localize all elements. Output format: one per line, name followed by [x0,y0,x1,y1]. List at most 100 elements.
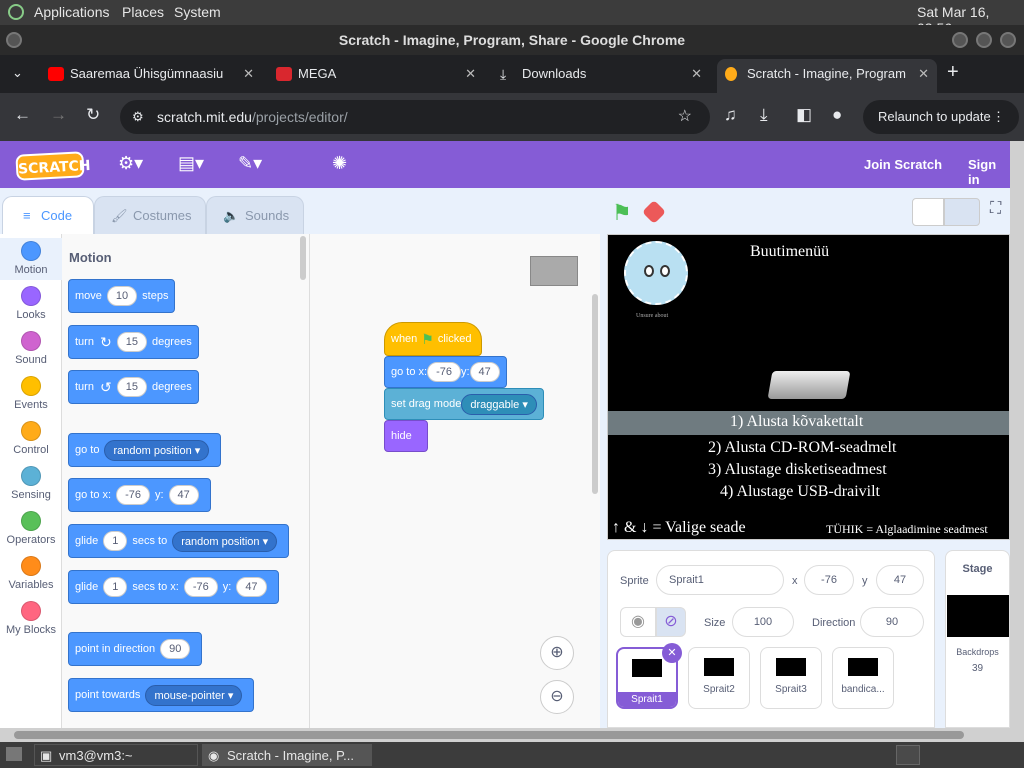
block-input[interactable]: 15 [116,377,147,397]
fullscreen-icon[interactable]: ⛶ [990,200,1001,218]
category-motion[interactable]: Motion [0,238,62,280]
applications-menu[interactable]: Applications [34,4,110,20]
category-looks[interactable]: Looks [0,286,62,321]
system-menu[interactable]: System [174,4,221,20]
tab-mega[interactable]: MEGA ✕ [268,59,484,93]
stop-icon[interactable] [641,199,667,225]
reload-icon[interactable]: ↻ [86,105,100,125]
relaunch-button[interactable]: Relaunch to update ⋮ [863,100,1019,134]
block-input[interactable]: 47 [236,577,267,597]
back-icon[interactable]: ← [14,105,31,125]
sprite-thumb-1[interactable]: Sprait1 ✕ [616,643,682,709]
tutorials-bulb-icon[interactable]: ✺ [332,153,347,174]
tab-sounds[interactable]: 🔈 Sounds [206,196,304,234]
size-input[interactable]: 100 [732,607,794,637]
edit-menu-icon[interactable]: ✎▾ [238,153,262,174]
side-panel-icon[interactable]: ◧ [796,105,812,125]
tab-downloads[interactable]: ⤓ Downloads ✕ [492,59,710,93]
page-horizontal-scrollbar[interactable] [0,728,1024,742]
block-go-to[interactable]: go to random position ▾ [68,433,222,467]
show-eye-icon[interactable]: ◉ [620,607,656,637]
close-icon[interactable]: ✕ [243,59,254,89]
y-input[interactable]: 47 [876,565,924,595]
sign-in-link[interactable]: Sign in [968,157,1010,187]
close-icon[interactable]: ✕ [918,59,929,89]
block-glide-random[interactable]: glide 1 secs to random position ▾ [68,524,290,558]
sprite-face[interactable] [624,241,688,305]
media-control-icon[interactable]: ♫ [724,105,737,125]
block-dropdown[interactable]: random position ▾ [172,530,278,552]
file-menu-icon[interactable]: ▤▾ [178,153,204,174]
tab-scratch[interactable]: Scratch - Imagine, Program ✕ [717,59,937,93]
stage-canvas[interactable]: Unsure about Buutimenüü 1) Alusta kõvake… [607,234,1010,540]
stage-selector[interactable]: Stage Backdrops 39 [945,550,1010,728]
block-dropdown[interactable]: draggable ▾ [461,393,537,415]
distro-logo-icon[interactable] [8,4,24,20]
block-dropdown[interactable]: mouse-pointer ▾ [145,684,243,706]
scrollbar-thumb[interactable] [14,731,964,739]
tab-search-chevron-icon[interactable]: ⌄ [12,65,23,81]
bookmark-star-icon[interactable]: ☆ [678,100,692,134]
scratch-logo[interactable]: SCRATCH [15,151,91,181]
sprite-name-input[interactable]: Sprait1 [656,565,784,595]
block-input[interactable]: 15 [116,332,147,352]
category-operators[interactable]: Operators [0,511,62,546]
block-input[interactable]: 47 [168,485,199,505]
places-menu[interactable]: Places [122,4,164,20]
zoom-out-icon[interactable]: ⊖ [540,680,574,714]
close-window-button[interactable] [1000,32,1016,48]
x-input[interactable]: -76 [804,565,854,595]
block-input[interactable]: -76 [183,577,218,597]
block-input[interactable]: 90 [160,639,191,659]
script-area[interactable]: when ⚑ clicked go to x: -76 y: 47 set dr… [310,234,600,728]
category-sensing[interactable]: Sensing [0,466,62,501]
forward-icon[interactable]: → [50,105,67,125]
block-go-to-xy[interactable]: go to x: -76 y: 47 [68,478,211,512]
category-sound[interactable]: Sound [0,331,62,366]
block-glide-xy[interactable]: glide 1 secs to x: -76 y: 47 [68,570,279,604]
set-drag-mode-block[interactable]: set drag mode draggable ▾ [384,388,544,420]
script-scrollbar[interactable] [592,294,598,494]
category-control[interactable]: Control [0,421,62,456]
close-icon[interactable]: ✕ [465,59,476,89]
block-input[interactable]: -76 [116,485,150,505]
sprite-thumb-2[interactable]: Sprait2 [688,647,750,709]
category-my-blocks[interactable]: My Blocks [0,601,62,636]
small-stage-icon[interactable] [912,198,944,226]
site-info-icon[interactable]: ⚙ [132,100,144,134]
profile-icon[interactable]: ● [832,105,842,125]
show-desktop-icon[interactable] [6,747,22,761]
hide-eye-icon[interactable]: ⊘ [656,607,686,637]
close-icon[interactable]: ✕ [691,59,702,89]
go-to-xy-block[interactable]: go to x: -76 y: 47 [384,356,507,388]
maximize-button[interactable] [976,32,992,48]
chrome-tray-icon[interactable] [896,745,920,765]
block-point-towards[interactable]: point towards mouse-pointer ▾ [68,678,255,712]
minimize-button[interactable] [952,32,968,48]
block-input[interactable]: 10 [106,286,138,306]
block-dropdown[interactable]: random position ▾ [104,439,210,461]
task-chrome[interactable]: ◉ Scratch - Imagine, P... [202,744,372,766]
block-turn-right[interactable]: turn ↻ 15 degrees [68,325,199,359]
zoom-in-icon[interactable]: ⊕ [540,636,574,670]
block-move-steps[interactable]: move 10 steps [68,279,176,313]
join-scratch-link[interactable]: Join Scratch [864,157,942,172]
sprite-thumb-3[interactable]: Sprait3 [760,647,822,709]
palette-scrollbar[interactable] [300,236,306,280]
block-input[interactable]: 1 [103,531,128,551]
delete-trash-icon[interactable]: ✕ [662,643,682,663]
block-input[interactable]: 1 [103,577,128,597]
downloads-icon[interactable]: ⤓ [760,105,768,125]
window-menu-icon[interactable] [6,32,22,48]
task-terminal[interactable]: ▣ vm3@vm3:~ [34,744,198,766]
block-point-direction[interactable]: point in direction 90 [68,632,203,666]
settings-gear-icon[interactable]: ⚙▾ [118,153,143,174]
green-flag-icon[interactable]: ⚑ [612,200,632,226]
tab-youtube[interactable]: Saaremaa Ühisgümnaasiu ✕ [40,59,262,93]
address-bar[interactable]: ⚙ scratch.mit.edu/projects/editor/ ☆ [120,100,710,134]
direction-input[interactable]: 90 [860,607,924,637]
block-turn-left[interactable]: turn ↺ 15 degrees [68,370,199,404]
category-variables[interactable]: Variables [0,556,62,591]
hide-block[interactable]: hide [384,420,428,452]
page-vertical-scrollbar[interactable] [1010,141,1024,728]
